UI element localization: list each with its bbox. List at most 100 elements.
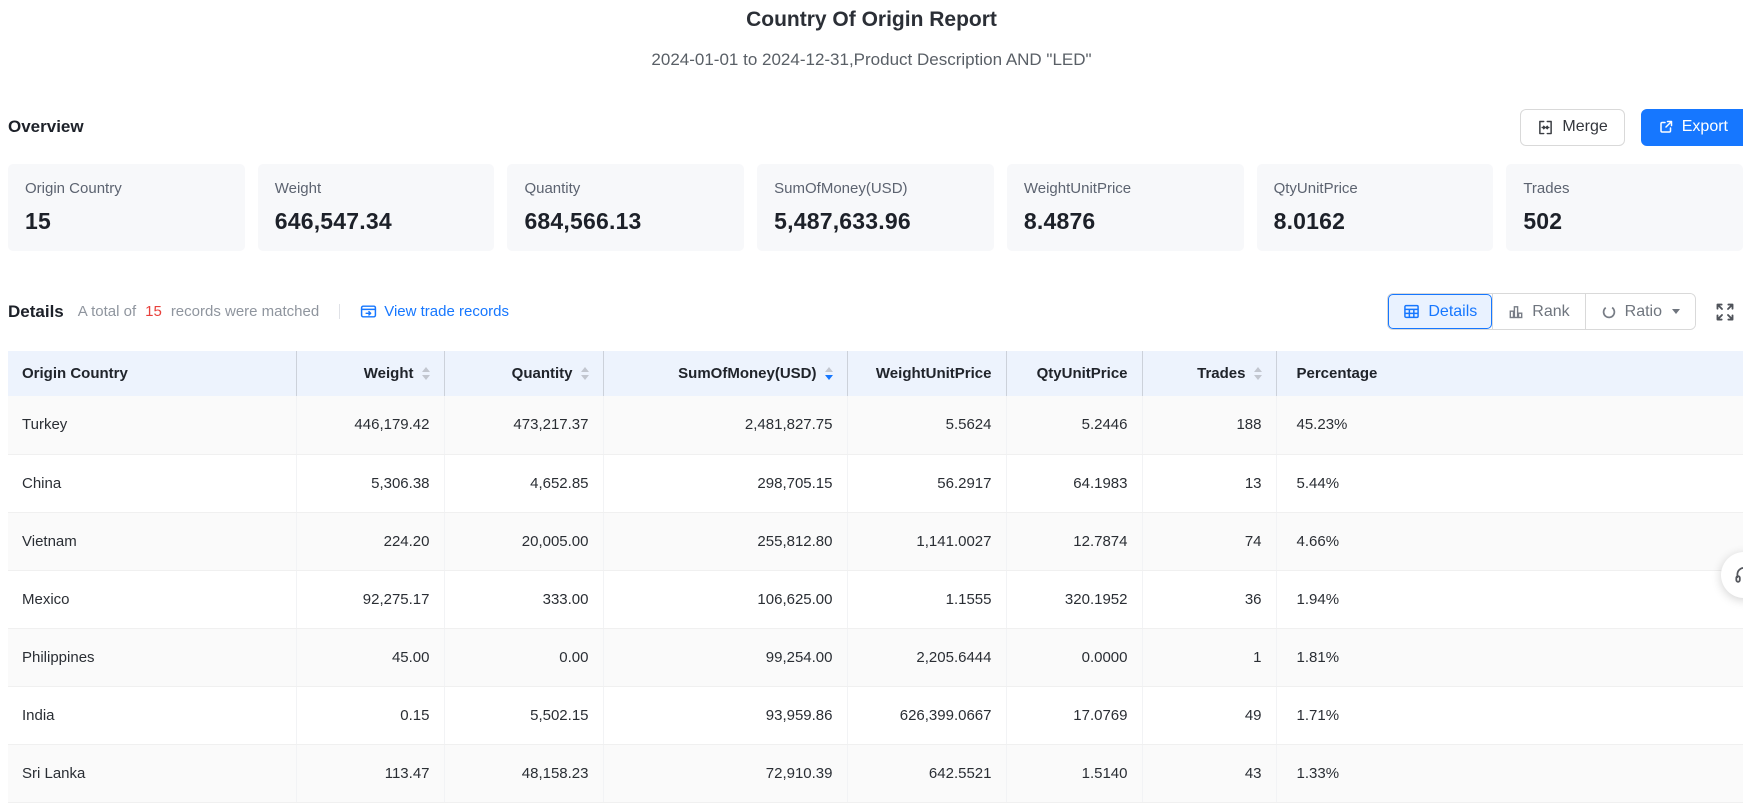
overview-actions: Merge Export	[1520, 109, 1743, 146]
cell-weight-unit-price: 1,141.0027	[847, 512, 1006, 570]
sort-desc-caret	[581, 375, 589, 380]
stat-card: WeightUnitPrice 8.4876	[1007, 164, 1244, 251]
cell-sum-of-money: 2,481,827.75	[603, 396, 847, 454]
merge-button-label: Merge	[1562, 118, 1607, 136]
column-header[interactable]: Origin Country	[8, 351, 296, 396]
table-row: Vietnam 224.20 20,005.00 255,812.80 1,14…	[8, 512, 1743, 570]
column-header-label: Quantity	[512, 365, 573, 382]
sort-icon[interactable]	[422, 367, 430, 380]
cell-qty-unit-price: 5.2446	[1006, 396, 1142, 454]
fullscreen-icon[interactable]	[1715, 302, 1735, 322]
cell-weight: 0.15	[296, 686, 444, 744]
stat-card-value: 502	[1523, 208, 1743, 235]
cell-quantity: 473,217.37	[444, 396, 603, 454]
cell-sum-of-money: 99,254.00	[603, 628, 847, 686]
chevron-down-icon	[1672, 309, 1680, 314]
column-header[interactable]: Weight	[296, 351, 444, 396]
tab-details[interactable]: Details	[1388, 294, 1492, 329]
cell-origin-country: Philippines	[8, 628, 296, 686]
trade-records-icon	[360, 303, 377, 320]
stat-card: Trades 502	[1506, 164, 1743, 251]
cell-trades: 13	[1142, 454, 1276, 512]
stat-card: Weight 646,547.34	[258, 164, 495, 251]
table-header-row: Origin Country Weight	[8, 351, 1743, 396]
merge-button[interactable]: Merge	[1520, 109, 1624, 146]
stat-card-value: 684,566.13	[524, 208, 744, 235]
stat-card-value: 15	[25, 208, 245, 235]
sort-icon[interactable]	[581, 367, 589, 380]
stat-card-label: SumOfMoney(USD)	[774, 179, 994, 199]
stat-card-value: 8.4876	[1024, 208, 1244, 235]
stat-card: Quantity 684,566.13	[507, 164, 744, 251]
cell-trades: 43	[1142, 744, 1276, 802]
cell-origin-country: Turkey	[8, 396, 296, 454]
tab-rank[interactable]: Rank	[1492, 294, 1584, 329]
view-trade-records-link[interactable]: View trade records	[360, 303, 509, 320]
column-header[interactable]: Trades	[1142, 351, 1276, 396]
column-header-label: Weight	[364, 365, 414, 382]
cell-quantity: 333.00	[444, 570, 603, 628]
cell-weight-unit-price: 56.2917	[847, 454, 1006, 512]
matched-suffix: records were matched	[171, 303, 319, 320]
merge-icon	[1537, 119, 1554, 136]
cell-percentage: 1.94%	[1276, 570, 1743, 628]
sort-desc-caret	[825, 375, 833, 380]
cell-weight: 224.20	[296, 512, 444, 570]
export-button-label: Export	[1682, 118, 1728, 136]
cell-sum-of-money: 298,705.15	[603, 454, 847, 512]
column-header[interactable]: Percentage	[1276, 351, 1743, 396]
tab-ratio[interactable]: Ratio	[1585, 294, 1695, 329]
cell-quantity: 5,502.15	[444, 686, 603, 744]
sort-icon[interactable]	[825, 367, 833, 380]
table-row: China 5,306.38 4,652.85 298,705.15 56.29…	[8, 454, 1743, 512]
cell-origin-country: Mexico	[8, 570, 296, 628]
segmented-control: Details Rank Ratio	[1387, 293, 1696, 330]
export-button[interactable]: Export	[1641, 109, 1743, 146]
stat-card: Origin Country 15	[8, 164, 245, 251]
stat-card-label: QtyUnitPrice	[1274, 179, 1494, 199]
sort-desc-caret	[1254, 375, 1262, 380]
headset-icon	[1733, 564, 1743, 586]
stat-card-value: 5,487,633.96	[774, 208, 994, 235]
view-switcher: Details Rank Ratio	[1387, 293, 1735, 330]
table-row: Sri Lanka 113.47 48,158.23 72,910.39 642…	[8, 744, 1743, 802]
column-header-label: Percentage	[1297, 365, 1378, 382]
table-row: Mexico 92,275.17 333.00 106,625.00 1.155…	[8, 570, 1743, 628]
cell-weight: 446,179.42	[296, 396, 444, 454]
column-header-label: Origin Country	[22, 365, 128, 382]
table-row: Philippines 45.00 0.00 99,254.00 2,205.6…	[8, 628, 1743, 686]
stat-card-value: 8.0162	[1274, 208, 1494, 235]
tab-rank-label: Rank	[1532, 303, 1569, 321]
sort-icon[interactable]	[1254, 367, 1262, 380]
cell-trades: 1	[1142, 628, 1276, 686]
stat-card-label: Weight	[275, 179, 495, 199]
column-header[interactable]: SumOfMoney(USD)	[603, 351, 847, 396]
page-title: Country Of Origin Report	[0, 6, 1743, 34]
overview-section-title: Overview	[8, 117, 84, 137]
column-header[interactable]: Quantity	[444, 351, 603, 396]
stat-card: QtyUnitPrice 8.0162	[1257, 164, 1494, 251]
cell-percentage: 1.81%	[1276, 628, 1743, 686]
cell-percentage: 1.33%	[1276, 744, 1743, 802]
table-icon	[1403, 303, 1420, 320]
cell-weight-unit-price: 642.5521	[847, 744, 1006, 802]
sort-asc-caret	[581, 367, 589, 372]
column-header-label: SumOfMoney(USD)	[678, 365, 816, 382]
column-header[interactable]: WeightUnitPrice	[847, 351, 1006, 396]
tab-details-label: Details	[1428, 303, 1477, 321]
stat-card-label: Origin Country	[25, 179, 245, 199]
column-header-label: WeightUnitPrice	[876, 365, 992, 382]
cell-weight-unit-price: 5.5624	[847, 396, 1006, 454]
view-trade-records-label: View trade records	[384, 303, 509, 320]
sort-asc-caret	[825, 367, 833, 372]
cell-weight-unit-price: 626,399.0667	[847, 686, 1006, 744]
cell-quantity: 4,652.85	[444, 454, 603, 512]
column-header[interactable]: QtyUnitPrice	[1006, 351, 1142, 396]
cell-qty-unit-price: 64.1983	[1006, 454, 1142, 512]
tab-ratio-label: Ratio	[1625, 303, 1662, 321]
matched-prefix: A total of	[78, 303, 136, 320]
cell-qty-unit-price: 1.5140	[1006, 744, 1142, 802]
cell-weight-unit-price: 1.1555	[847, 570, 1006, 628]
stat-card-value: 646,547.34	[275, 208, 495, 235]
stat-card-label: WeightUnitPrice	[1024, 179, 1244, 199]
